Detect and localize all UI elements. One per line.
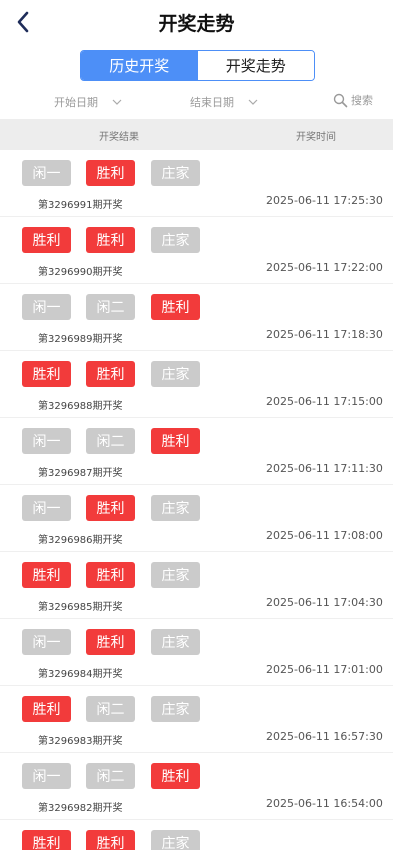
start-date-select[interactable]: 开始日期: [54, 94, 122, 110]
page-title: 开奖走势: [158, 13, 235, 35]
table-row: 胜利 胜利 庄家 第3296990期开奖 2025-06-11 17:22:00: [0, 217, 393, 284]
result-chip: 庄家: [151, 629, 200, 655]
result-chip: 庄家: [151, 830, 200, 850]
table-row: 胜利 闲二 庄家第3296983期开奖 2025-06-11 16:57:30: [0, 686, 393, 753]
table-header: 开奖结果 开奖时间: [0, 119, 393, 150]
result-chip-win: 胜利: [22, 361, 71, 387]
result-chip: 庄家: [151, 696, 200, 722]
period-label: 第3296984期开奖: [38, 669, 123, 680]
period-label: 第3296991期开奖: [38, 200, 123, 211]
draw-time: 2025-06-11 17:22:00: [266, 261, 383, 274]
table-row: 胜利 胜利 庄家: [0, 820, 393, 850]
result-chip: 闲二: [86, 763, 135, 789]
period-label: 第3296985期开奖: [38, 602, 123, 613]
result-chip: 闲二: [86, 428, 135, 454]
end-date-select[interactable]: 结束日期: [190, 94, 258, 110]
draw-time: 2025-06-11 17:18:30: [266, 328, 383, 341]
draw-time: 2025-06-11 16:57:30: [266, 730, 383, 743]
result-chip: 闲二: [86, 696, 135, 722]
table-row: 闲一 闲二 胜利第3296982期开奖 2025-06-11 16:54:00: [0, 753, 393, 820]
result-chip-win: 胜利: [22, 227, 71, 253]
chevron-down-icon: [248, 99, 258, 105]
result-chip: 闲一: [22, 495, 71, 521]
column-header-result: 开奖结果: [99, 132, 139, 143]
table-row: 闲一 胜利 庄家第3296991期开奖 2025-06-11 17:25:30: [0, 150, 393, 217]
draw-time: 2025-06-11 17:08:00: [266, 529, 383, 542]
filter-bar: 开始日期 结束日期 搜索: [0, 88, 393, 116]
draw-time: 2025-06-11 17:15:00: [266, 395, 383, 408]
chevron-down-icon: [112, 99, 122, 105]
table-row: 闲一 胜利 庄家第3296984期开奖 2025-06-11 17:01:00: [0, 619, 393, 686]
column-header-time: 开奖时间: [296, 132, 336, 143]
result-chip-win: 胜利: [151, 428, 200, 454]
table-row: 闲一 闲二 胜利第3296987期开奖 2025-06-11 17:11:30: [0, 418, 393, 485]
result-chip-win: 胜利: [151, 294, 200, 320]
result-chip: 庄家: [151, 227, 200, 253]
period-label: 第3296988期开奖: [38, 401, 123, 412]
search-icon: [333, 93, 348, 107]
tab-history[interactable]: 历史开奖: [81, 51, 198, 80]
draw-time: 2025-06-11 17:04:30: [266, 596, 383, 609]
result-chip-win: 胜利: [22, 696, 71, 722]
draw-time: 2025-06-11 17:01:00: [266, 663, 383, 676]
tab-trend[interactable]: 开奖走势: [197, 51, 314, 80]
table-row: 胜利 胜利 庄家 第3296985期开奖 2025-06-11 17:04:30: [0, 552, 393, 619]
period-label: 第3296990期开奖: [38, 267, 123, 278]
result-chip-win: 胜利: [22, 562, 71, 588]
result-chip: 庄家: [151, 562, 200, 588]
period-label: 第3296987期开奖: [38, 468, 123, 479]
start-date-label: 开始日期: [54, 96, 98, 109]
period-label: 第3296982期开奖: [38, 803, 123, 814]
table-row: 闲一 胜利 庄家第3296986期开奖 2025-06-11 17:08:00: [0, 485, 393, 552]
result-chip-win: 胜利: [86, 361, 135, 387]
result-chip-win: 胜利: [151, 763, 200, 789]
draw-time: 2025-06-11 17:25:30: [266, 194, 383, 207]
draw-history-list: 闲一 胜利 庄家 第3296991期开奖 2025-06-11 17:25:30 胜利 胜利…: [0, 150, 393, 850]
result-chip-win: 胜利: [86, 562, 135, 588]
result-chip: 闲一: [22, 629, 71, 655]
search-button[interactable]: 搜索: [333, 92, 373, 108]
result-chip-win: 胜利: [86, 629, 135, 655]
period-label: 第3296983期开奖: [38, 736, 123, 747]
result-chip: 闲二: [86, 294, 135, 320]
draw-time: 2025-06-11 17:11:30: [266, 462, 383, 475]
result-chip-win: 胜利: [22, 830, 71, 850]
table-row: 胜利 胜利 庄家 第3296988期开奖 2025-06-11 17:15:00: [0, 351, 393, 418]
result-chip: 庄家: [151, 495, 200, 521]
end-date-label: 结束日期: [190, 96, 234, 109]
result-chip-win: 胜利: [86, 830, 135, 850]
result-chip: 闲一: [22, 160, 71, 186]
result-chip: 庄家: [151, 160, 200, 186]
period-label: 第3296989期开奖: [38, 334, 123, 345]
view-switcher: 历史开奖 开奖走势: [80, 50, 315, 81]
result-chip-win: 胜利: [86, 160, 135, 186]
result-chip: 闲一: [22, 428, 71, 454]
search-label: 搜索: [351, 94, 373, 107]
result-chip: 闲一: [22, 763, 71, 789]
result-chip: 闲一: [22, 294, 71, 320]
top-bar: 开奖走势: [0, 0, 393, 44]
table-row: 闲一 闲二 胜利第3296989期开奖 2025-06-11 17:18:30: [0, 284, 393, 351]
period-label: 第3296986期开奖: [38, 535, 123, 546]
result-chip: 庄家: [151, 361, 200, 387]
result-chip-win: 胜利: [86, 227, 135, 253]
result-chip-win: 胜利: [86, 495, 135, 521]
draw-time: 2025-06-11 16:54:00: [266, 797, 383, 810]
